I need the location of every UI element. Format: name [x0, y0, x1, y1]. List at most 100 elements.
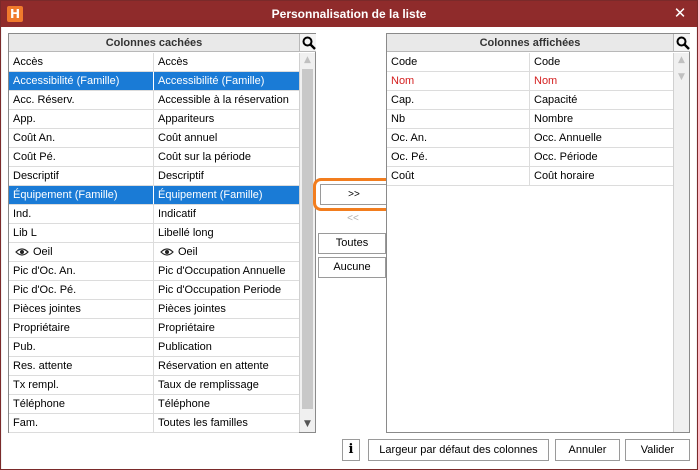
hidden-column-label-cell: Accès: [154, 53, 299, 71]
hidden-column-label-cell: Coût annuel: [154, 129, 299, 147]
hidden-column-label-text: Oeil: [178, 246, 198, 258]
hidden-column-code-cell: App.: [9, 110, 154, 128]
hidden-column-label-cell: Indicatif: [154, 205, 299, 223]
hidden-column-row[interactable]: Coût An. Coût annuel: [9, 129, 299, 148]
hidden-column-row[interactable]: Téléphone Téléphone: [9, 395, 299, 414]
hidden-column-row[interactable]: Descriptif Descriptif: [9, 167, 299, 186]
move-to-hidden-button[interactable]: <<: [320, 211, 386, 227]
hidden-column-code-text: Équipement (Famille): [13, 189, 118, 201]
hidden-column-code-text: Descriptif: [13, 170, 59, 182]
hidden-column-row[interactable]: Lib L Libellé long: [9, 224, 299, 243]
hidden-column-label-cell: Taux de remplissage: [154, 376, 299, 394]
hidden-column-label-cell: Toutes les familles: [154, 414, 299, 432]
shown-column-row[interactable]: Cap. Capacité: [387, 91, 673, 110]
hidden-column-label-cell: Publication: [154, 338, 299, 356]
shown-column-row[interactable]: Coût Coût horaire: [387, 167, 673, 186]
hidden-column-label-cell: Descriptif: [154, 167, 299, 185]
hidden-column-label-text: Accessible à la réservation: [158, 94, 289, 106]
hidden-column-label-text: Équipement (Famille): [158, 189, 263, 201]
hidden-column-row[interactable]: Propriétaire Propriétaire: [9, 319, 299, 338]
hidden-column-label-cell: Libellé long: [154, 224, 299, 242]
reorder-up-arrow-icon[interactable]: ▲: [674, 53, 689, 68]
hidden-column-row[interactable]: Équipement (Famille) Équipement (Famille): [9, 186, 299, 205]
shown-column-code-cell: Oc. Pé.: [387, 148, 530, 166]
hidden-column-code-cell: Res. attente: [9, 357, 154, 375]
info-button[interactable]: i: [342, 439, 360, 461]
hidden-column-row[interactable]: Coût Pé. Coût sur la période: [9, 148, 299, 167]
hidden-column-row[interactable]: Pic d'Oc. Pé. Pic d'Occupation Periode: [9, 281, 299, 300]
hidden-column-row[interactable]: Accès Accès: [9, 53, 299, 72]
shown-column-label-text: Capacité: [534, 94, 578, 106]
shown-column-row[interactable]: Code Code: [387, 53, 673, 72]
hidden-column-code-text: Pièces jointes: [13, 303, 81, 315]
hidden-column-code-cell: Pub.: [9, 338, 154, 356]
hidden-column-label-text: Descriptif: [158, 170, 204, 182]
hidden-columns-search-button[interactable]: [299, 34, 316, 52]
scroll-up-arrow-icon[interactable]: ▲: [300, 53, 315, 68]
shown-column-row[interactable]: Nb Nombre: [387, 110, 673, 129]
shown-column-code-cell: Nb: [387, 110, 530, 128]
shown-column-row[interactable]: Oc. An. Occ. Annuelle: [387, 129, 673, 148]
hidden-column-row[interactable]: Acc. Réserv. Accessible à la réservation: [9, 91, 299, 110]
hidden-column-row[interactable]: Pub. Publication: [9, 338, 299, 357]
hidden-column-row[interactable]: Oeil Oeil: [9, 243, 299, 262]
hidden-column-row[interactable]: Pièces jointes Pièces jointes: [9, 300, 299, 319]
hidden-column-label-text: Taux de remplissage: [158, 379, 259, 391]
hidden-column-row[interactable]: Fam. Toutes les familles: [9, 414, 299, 433]
hidden-column-label-text: Pic d'Occupation Periode: [158, 284, 282, 296]
scroll-down-arrow-icon[interactable]: ▼: [300, 417, 315, 432]
shown-columns-header: Colonnes affichées: [387, 34, 673, 52]
hidden-column-label-cell: Propriétaire: [154, 319, 299, 337]
shown-column-code-cell: Code: [387, 53, 530, 71]
shown-column-row[interactable]: Nom Nom: [387, 72, 673, 91]
shown-column-label-cell: Occ. Annuelle: [530, 129, 673, 147]
hidden-column-label-text: Coût sur la période: [158, 151, 251, 163]
hidden-column-code-cell: Acc. Réserv.: [9, 91, 154, 109]
shown-column-code-cell: Oc. An.: [387, 129, 530, 147]
hidden-columns-list: Colonnes cachées Accès Accès Accessibilité…: [8, 33, 316, 433]
hidden-column-code-cell: Pic d'Oc. An.: [9, 262, 154, 280]
hidden-column-row[interactable]: Tx rempl. Taux de remplissage: [9, 376, 299, 395]
hidden-columns-scrollbar[interactable]: ▲ ▼: [299, 53, 315, 432]
shown-columns-list: Colonnes affichées Code Code Nom Nom Cap. Cap…: [386, 33, 690, 433]
hidden-column-row[interactable]: Res. attente Réservation en attente: [9, 357, 299, 376]
hidden-column-code-cell: Coût Pé.: [9, 148, 154, 166]
hidden-column-label-cell: Pic d'Occupation Periode: [154, 281, 299, 299]
hidden-column-code-text: Acc. Réserv.: [13, 94, 75, 106]
shown-columns-search-button[interactable]: [673, 34, 690, 52]
all-button[interactable]: Toutes: [318, 233, 386, 254]
hidden-column-label-cell: Téléphone: [154, 395, 299, 413]
shown-column-code-text: Code: [391, 56, 418, 68]
shown-column-label-cell: Coût horaire: [530, 167, 673, 185]
shown-column-code-text: Cap.: [391, 94, 415, 106]
hidden-column-row[interactable]: Pic d'Oc. An. Pic d'Occupation Annuelle: [9, 262, 299, 281]
shown-column-label-text: Occ. Période: [534, 151, 598, 163]
hidden-column-code-text: Accessibilité (Famille): [13, 75, 120, 87]
hidden-column-code-text: Oeil: [33, 246, 53, 258]
default-column-width-button[interactable]: Largeur par défaut des colonnes: [368, 439, 549, 461]
reorder-down-arrow-icon[interactable]: ▼: [674, 70, 689, 85]
move-to-shown-button[interactable]: >>: [320, 184, 388, 205]
shown-column-label-text: Nom: [534, 75, 558, 87]
hidden-column-label-text: Téléphone: [158, 398, 210, 410]
shown-column-code-cell: Cap.: [387, 91, 530, 109]
shown-column-label-cell: Nombre: [530, 110, 673, 128]
hidden-column-code-text: Pic d'Oc. Pé.: [13, 284, 77, 296]
none-button[interactable]: Aucune: [318, 257, 386, 278]
hidden-column-row[interactable]: App. Appariteurs: [9, 110, 299, 129]
shown-column-row[interactable]: Oc. Pé. Occ. Période: [387, 148, 673, 167]
hidden-column-code-cell: Équipement (Famille): [9, 186, 154, 204]
eye-icon: [160, 248, 174, 256]
hidden-column-code-cell: Pic d'Oc. Pé.: [9, 281, 154, 299]
validate-button[interactable]: Valider: [625, 439, 690, 461]
shown-column-label-cell: Occ. Période: [530, 148, 673, 166]
shown-columns-scrollbar[interactable]: ▲ ▼: [673, 53, 689, 432]
cancel-button[interactable]: Annuler: [555, 439, 620, 461]
hidden-column-row[interactable]: Accessibilité (Famille) Accessibilité (Fa…: [9, 72, 299, 91]
hidden-column-label-text: Coût annuel: [158, 132, 218, 144]
hidden-column-row[interactable]: Ind. Indicatif: [9, 205, 299, 224]
close-button[interactable]: ✕: [671, 4, 689, 22]
shown-column-label-text: Code: [534, 56, 561, 68]
hidden-column-code-text: Pub.: [13, 341, 36, 353]
scroll-thumb[interactable]: [302, 69, 313, 409]
